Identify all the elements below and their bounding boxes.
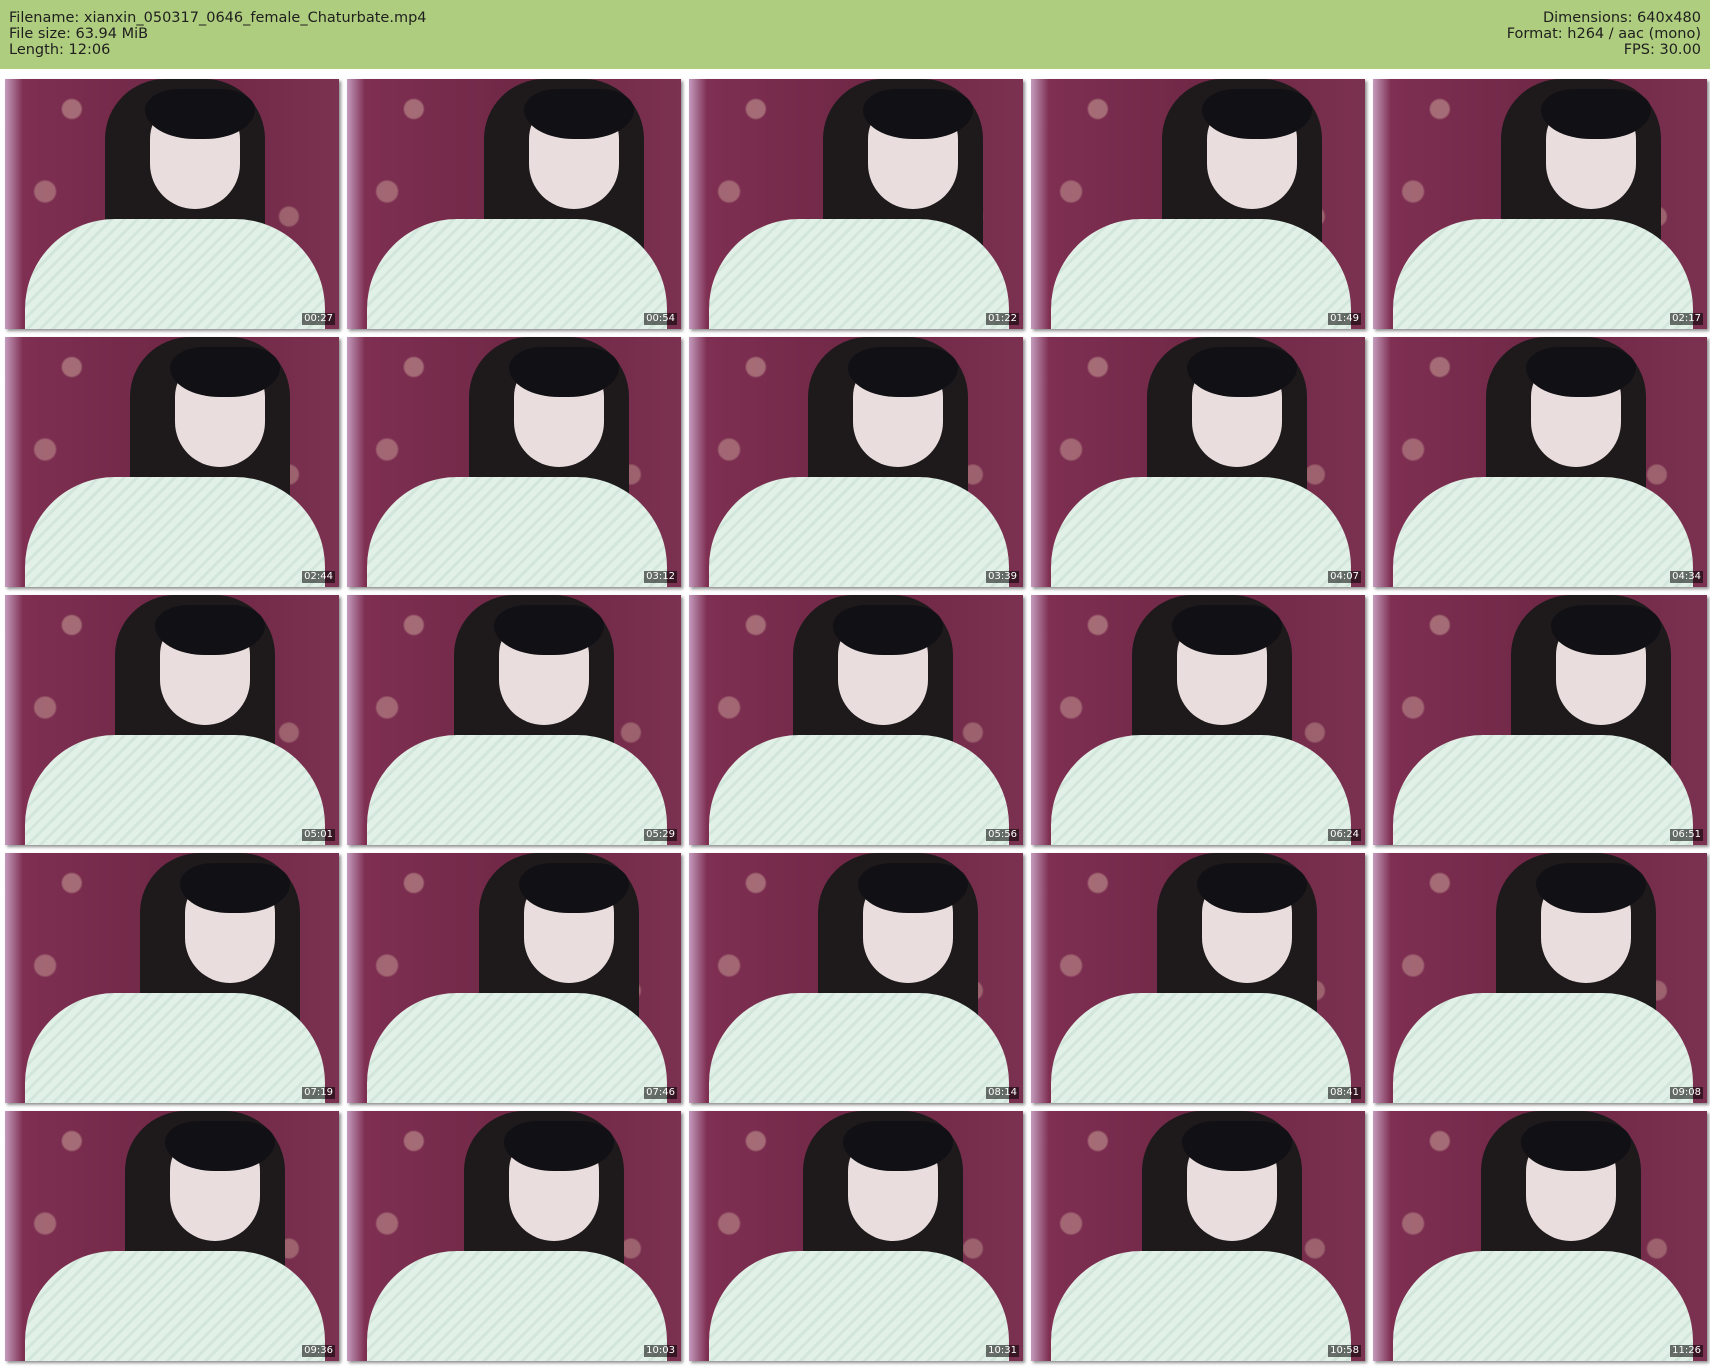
video-thumbnail: 00:27 <box>5 79 339 329</box>
thumbnail-sweater <box>367 735 667 845</box>
fps-text: FPS: 30.00 <box>1623 42 1701 58</box>
video-thumbnail: 07:46 <box>347 853 681 1103</box>
thumbnail-sweater <box>1393 735 1693 845</box>
video-thumbnail: 06:24 <box>1031 595 1365 845</box>
thumbnail-sweater <box>367 219 667 329</box>
video-thumbnail: 04:07 <box>1031 337 1365 587</box>
video-thumbnail: 07:19 <box>5 853 339 1103</box>
thumbnail-sweater <box>25 735 325 845</box>
filename-text: Filename: xianxin_050317_0646_female_Cha… <box>9 10 427 26</box>
timestamp-label: 07:19 <box>302 1087 335 1099</box>
thumbnail-sweater <box>1393 1251 1693 1361</box>
video-thumbnail: 05:29 <box>347 595 681 845</box>
timestamp-label: 01:22 <box>986 313 1019 325</box>
thumbnail-sweater <box>709 219 1009 329</box>
thumbnail-sweater <box>367 477 667 587</box>
video-thumbnail: 10:31 <box>689 1111 1023 1361</box>
video-thumbnail: 01:22 <box>689 79 1023 329</box>
timestamp-label: 10:31 <box>986 1345 1019 1357</box>
thumbnail-sweater <box>1051 477 1351 587</box>
timestamp-label: 07:46 <box>644 1087 677 1099</box>
video-thumbnail: 08:41 <box>1031 853 1365 1103</box>
thumbnail-sweater <box>1393 219 1693 329</box>
thumbnail-sweater <box>25 1251 325 1361</box>
timestamp-label: 09:08 <box>1670 1087 1703 1099</box>
timestamp-label: 06:51 <box>1670 829 1703 841</box>
timestamp-label: 11:26 <box>1670 1345 1703 1357</box>
info-header: Filename: xianxin_050317_0646_female_Cha… <box>0 0 1710 69</box>
timestamp-label: 10:58 <box>1328 1345 1361 1357</box>
dimensions-text: Dimensions: 640x480 <box>1542 10 1701 26</box>
timestamp-label: 02:44 <box>302 571 335 583</box>
timestamp-label: 08:14 <box>986 1087 1019 1099</box>
video-thumbnail: 03:12 <box>347 337 681 587</box>
thumbnail-sweater <box>367 1251 667 1361</box>
timestamp-label: 00:27 <box>302 313 335 325</box>
thumbnail-sweater <box>1051 1251 1351 1361</box>
video-thumbnail: 04:34 <box>1373 337 1707 587</box>
video-thumbnail: 11:26 <box>1373 1111 1707 1361</box>
thumbnail-sweater <box>709 735 1009 845</box>
video-thumbnail: 05:56 <box>689 595 1023 845</box>
timestamp-label: 09:36 <box>302 1345 335 1357</box>
timestamp-label: 08:41 <box>1328 1087 1361 1099</box>
video-thumbnail: 09:36 <box>5 1111 339 1361</box>
thumbnail-sweater <box>709 993 1009 1103</box>
video-thumbnail: 08:14 <box>689 853 1023 1103</box>
length-text: Length: 12:06 <box>9 42 111 58</box>
thumbnail-sweater <box>709 477 1009 587</box>
info-left-column: Filename: xianxin_050317_0646_female_Cha… <box>9 10 427 58</box>
thumbnail-sweater <box>709 1251 1009 1361</box>
thumbnail-sweater <box>1393 993 1693 1103</box>
video-thumbnail: 03:39 <box>689 337 1023 587</box>
timestamp-label: 02:17 <box>1670 313 1703 325</box>
video-thumbnail: 06:51 <box>1373 595 1707 845</box>
timestamp-label: 03:39 <box>986 571 1019 583</box>
thumbnail-sweater <box>25 993 325 1103</box>
thumbnail-sweater <box>1051 735 1351 845</box>
timestamp-label: 00:54 <box>644 313 677 325</box>
filesize-text: File size: 63.94 MiB <box>9 26 149 42</box>
thumbnail-sweater <box>1051 219 1351 329</box>
thumbnail-sweater <box>25 219 325 329</box>
timestamp-label: 10:03 <box>644 1345 677 1357</box>
thumbnail-sweater <box>1393 477 1693 587</box>
timestamp-label: 05:01 <box>302 829 335 841</box>
video-thumbnail: 00:54 <box>347 79 681 329</box>
timestamp-label: 04:34 <box>1670 571 1703 583</box>
format-text: Format: h264 / aac (mono) <box>1506 26 1701 42</box>
timestamp-label: 03:12 <box>644 571 677 583</box>
thumbnail-sweater <box>367 993 667 1103</box>
info-right-column: Dimensions: 640x480 Format: h264 / aac (… <box>1507 10 1701 58</box>
video-thumbnail: 10:03 <box>347 1111 681 1361</box>
video-thumbnail: 02:17 <box>1373 79 1707 329</box>
video-thumbnail: 05:01 <box>5 595 339 845</box>
timestamp-label: 04:07 <box>1328 571 1361 583</box>
timestamp-label: 06:24 <box>1328 829 1361 841</box>
timestamp-label: 01:49 <box>1328 313 1361 325</box>
video-thumbnail: 09:08 <box>1373 853 1707 1103</box>
timestamp-label: 05:29 <box>644 829 677 841</box>
video-thumbnail: 02:44 <box>5 337 339 587</box>
video-thumbnail: 10:58 <box>1031 1111 1365 1361</box>
timestamp-label: 05:56 <box>986 829 1019 841</box>
thumbnail-sweater <box>25 477 325 587</box>
thumbnail-grid: 00:27 00:54 01:22 01:49 02:17 02:44 03:12 03:39… <box>5 79 1707 1361</box>
video-thumbnail: 01:49 <box>1031 79 1365 329</box>
thumbnail-sweater <box>1051 993 1351 1103</box>
